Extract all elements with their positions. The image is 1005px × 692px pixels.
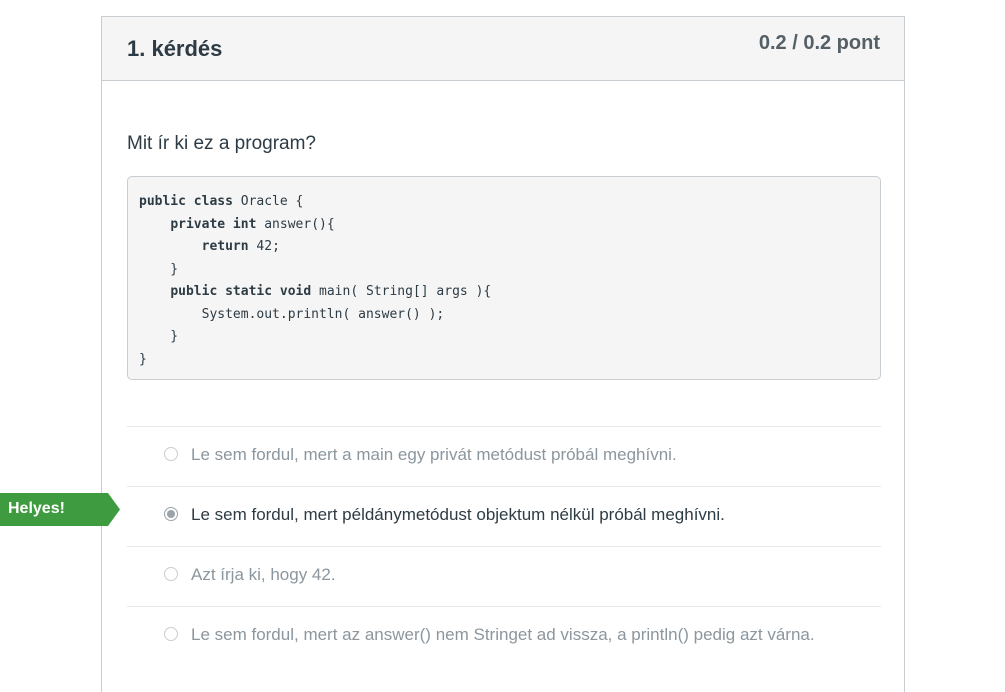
radio-icon[interactable]: [164, 627, 178, 641]
correct-answer-flag: Helyes!: [0, 493, 120, 526]
code-line: }: [139, 349, 869, 372]
question-card: 1. kérdés 0.2 / 0.2 pont Mit ír ki ez a …: [101, 16, 905, 692]
quiz-page: 1. kérdés 0.2 / 0.2 pont Mit ír ki ez a …: [0, 0, 1005, 692]
answer-label: Le sem fordul, mert az answer() nem Stri…: [191, 625, 815, 644]
question-header: 1. kérdés 0.2 / 0.2 pont: [102, 17, 904, 81]
answer-option[interactable]: Le sem fordul, mert az answer() nem Stri…: [127, 606, 881, 666]
code-line: public class Oracle {: [139, 191, 869, 214]
radio-selected-icon[interactable]: [164, 507, 178, 521]
code-text: answer(){: [256, 216, 335, 232]
code-text: }: [139, 351, 147, 367]
code-keyword: return: [201, 239, 249, 254]
answer-label: Le sem fordul, mert a main egy privát me…: [191, 445, 677, 464]
code-text: 42;: [248, 239, 280, 254]
correct-flag-label: Helyes!: [8, 500, 65, 517]
answer-option[interactable]: Le sem fordul, mert példánymetódust obje…: [127, 486, 881, 546]
code-block: public class Oracle { private int answer…: [127, 176, 881, 380]
answer-list: Le sem fordul, mert a main egy privát me…: [127, 426, 881, 666]
code-line: private int answer(){: [139, 214, 869, 237]
radio-icon[interactable]: [164, 567, 178, 581]
code-text: System.out.println( answer() );: [139, 306, 445, 322]
code-keyword: public static void: [170, 284, 312, 299]
question-points: 0.2 / 0.2 pont: [758, 32, 880, 54]
code-line: System.out.println( answer() );: [139, 304, 869, 327]
question-title: 1. kérdés: [127, 36, 223, 61]
question-text: Mit ír ki ez a program?: [127, 133, 316, 154]
answer-option[interactable]: Azt írja ki, hogy 42.: [127, 546, 881, 606]
code-line: public static void main( String[] args )…: [139, 281, 869, 304]
code-keyword: private int: [170, 216, 257, 232]
code-line: return 42;: [139, 236, 869, 259]
code-text: }: [139, 329, 179, 344]
answer-label: Azt írja ki, hogy 42.: [191, 565, 336, 584]
code-text: }: [139, 261, 179, 277]
code-keyword: public class: [139, 194, 233, 209]
code-text: main( String[] args ){: [311, 284, 492, 299]
code-line: }: [139, 259, 869, 282]
code-text: Oracle {: [232, 194, 304, 209]
radio-icon[interactable]: [164, 447, 178, 461]
answer-option[interactable]: Le sem fordul, mert a main egy privát me…: [127, 426, 881, 486]
answer-label: Le sem fordul, mert példánymetódust obje…: [191, 505, 725, 524]
code-line: }: [139, 326, 869, 349]
